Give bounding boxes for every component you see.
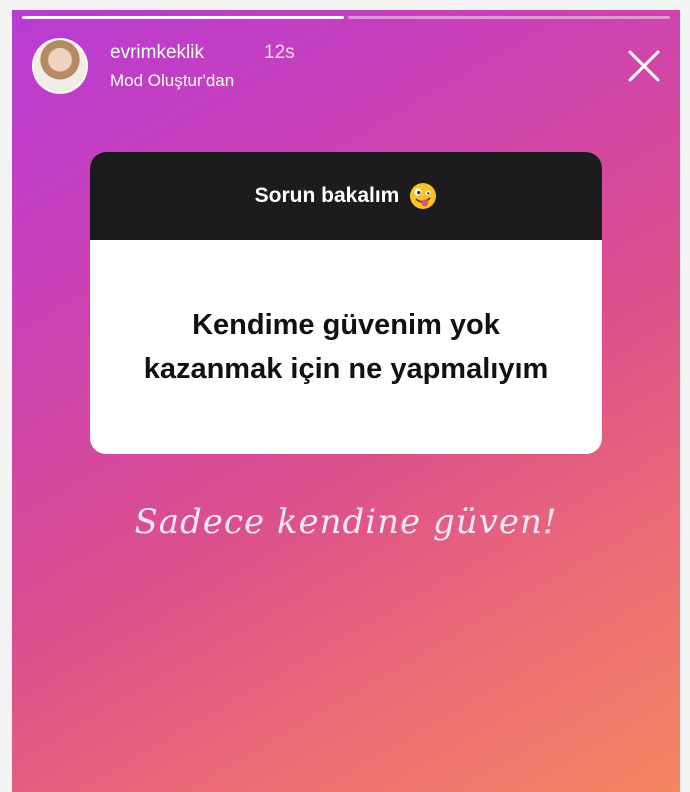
profile-avatar[interactable]: [32, 38, 88, 94]
question-sticker-title: Sorun bakalım: [254, 184, 400, 207]
zany-face-emoji-icon: [410, 183, 437, 209]
close-icon: [628, 50, 660, 82]
story-timestamp: 12s: [264, 42, 295, 63]
close-button[interactable]: [624, 46, 664, 86]
question-text: Kendime güvenim yok kazanmak için ne yap…: [143, 309, 549, 385]
question-sticker[interactable]: Sorun bakalım Kendime güvenim yok kazanm…: [90, 152, 602, 454]
username[interactable]: evrimkeklik: [110, 42, 204, 64]
story-progress-bar: [22, 16, 670, 19]
story-source-label[interactable]: Mod Oluştur'dan: [110, 71, 234, 91]
progress-segment: [348, 16, 670, 19]
answer-text: Sadece kendine güven!: [134, 502, 558, 542]
question-sticker-header: Sorun bakalım: [90, 152, 602, 240]
story-viewer: evrimkeklik 12s Mod Oluştur'dan Sorun ba…: [12, 10, 680, 792]
progress-segment: [22, 16, 344, 19]
